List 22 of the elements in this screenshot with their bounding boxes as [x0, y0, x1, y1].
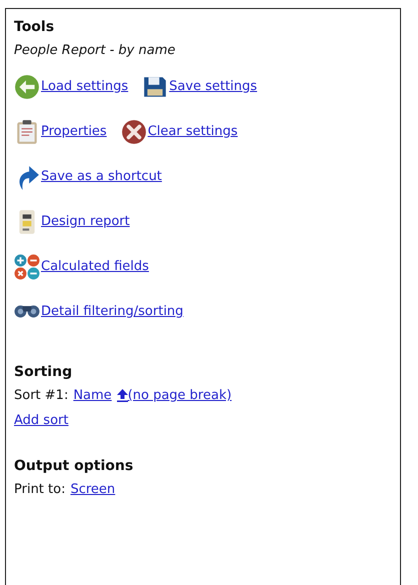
- tool-link[interactable]: Properties: [41, 124, 107, 139]
- add-sort-link[interactable]: Add sort: [14, 413, 68, 428]
- print-target-link[interactable]: Screen: [70, 482, 116, 497]
- section-title: Sorting: [14, 364, 74, 380]
- section-title: Tools: [14, 19, 56, 35]
- sort-label: Sort #1:: [14, 388, 68, 403]
- tool-link[interactable]: Calculated fields: [41, 259, 149, 274]
- tool-link[interactable]: Save as a shortcut: [41, 169, 162, 184]
- clear-icon: [120, 118, 147, 146]
- tool-link[interactable]: Detail filtering/sorting: [41, 304, 184, 319]
- page-break-link[interactable]: (no page break): [128, 388, 232, 403]
- tool-link[interactable]: Save settings: [169, 79, 258, 94]
- math-operators-icon: [14, 252, 40, 280]
- up-arrow-icon[interactable]: [116, 389, 128, 402]
- binoculars-icon: [14, 305, 40, 318]
- report-name: People Report - by name: [14, 43, 176, 58]
- sort-field-link[interactable]: Name: [73, 388, 112, 403]
- section-title: Output options: [14, 458, 134, 474]
- print-to-label: Print to:: [14, 482, 66, 497]
- tool-link[interactable]: Load settings: [41, 79, 128, 94]
- tool-link[interactable]: Design report: [41, 214, 130, 229]
- tool-link[interactable]: Clear settings: [148, 124, 238, 139]
